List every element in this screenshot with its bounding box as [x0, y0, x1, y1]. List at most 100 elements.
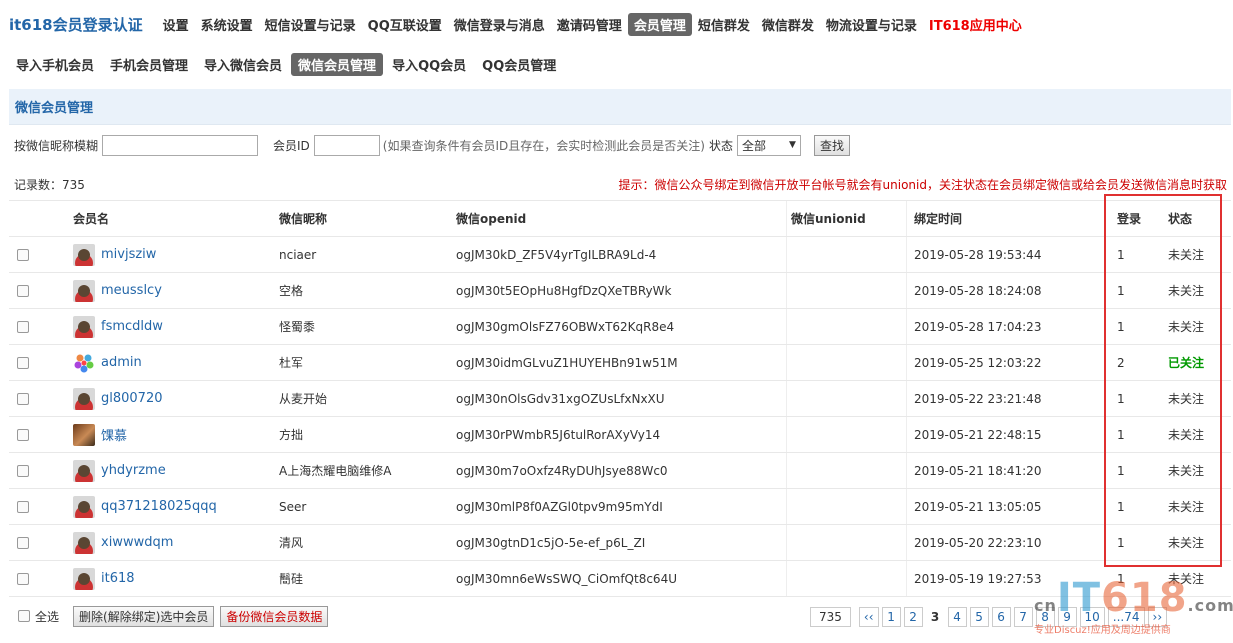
subnav-import-qq[interactable]: 导入QQ会员	[385, 53, 473, 76]
pager-page[interactable]: 5	[969, 606, 989, 627]
topnav-invite-codes[interactable]: 邀请码管理	[551, 13, 628, 36]
delete-selected-button[interactable]: 删除(解除绑定)选中会员	[73, 605, 215, 627]
member-name-link[interactable]: admin	[101, 355, 142, 370]
row-checkbox-cell	[17, 309, 37, 344]
wechat-openid: ogJM30mn6eWsSWQ_CiOmfQt8c64U	[456, 571, 677, 586]
table-row: xiwwwdqm 清风 ogJM30gtnD1c5jO-5e-ef_p6L_ZI 20…	[9, 525, 1231, 561]
pager-page[interactable]: ››	[1147, 606, 1168, 627]
follow-status: 未关注	[1168, 536, 1205, 550]
pager-page[interactable]: 6	[991, 606, 1011, 627]
member-name-link[interactable]: mivjsziw	[101, 247, 156, 262]
row-checkbox[interactable]	[17, 500, 29, 513]
member-id-input[interactable]	[313, 134, 380, 156]
col-openid: 微信openid	[456, 212, 527, 226]
member-name-cell: it618	[73, 561, 273, 596]
follow-status: 未关注	[1168, 284, 1205, 298]
table-row: 馃慕 方拙 ogJM30rPWmbR5J6tulRorAXyVy14 2019-05-…	[9, 417, 1231, 453]
member-name-link[interactable]: yhdyrzme	[101, 463, 166, 478]
follow-status: 未关注	[1168, 500, 1205, 514]
col-login: 登录	[1117, 212, 1142, 226]
subnav-qq-members[interactable]: QQ会员管理	[475, 53, 563, 76]
table-row: meusslcy 空格 ogJM30t5EOpHu8HgfDzQXeTBRyWk 20…	[9, 273, 1231, 309]
pager-page[interactable]: 1	[881, 606, 901, 627]
table-row: qq371218025qqq Seer ogJM30mlP8f0AZGl0tpv9m…	[9, 489, 1231, 525]
member-name-link[interactable]: it618	[101, 571, 135, 586]
pager-page[interactable]: 9	[1057, 606, 1077, 627]
pager-page[interactable]: 2	[903, 606, 923, 627]
wechat-openid: ogJM30t5EOpHu8HgfDzQXeTBRyWk	[456, 283, 672, 298]
login-count: 1	[1117, 283, 1125, 298]
wechat-unionid	[786, 453, 906, 488]
topnav-wechat-login[interactable]: 微信登录与消息	[448, 13, 551, 36]
row-checkbox[interactable]	[17, 536, 29, 549]
brand-link[interactable]: it618会员登录认证	[9, 14, 143, 35]
pager-page[interactable]: 10	[1079, 606, 1105, 627]
wechat-nick: 从麦开始	[279, 392, 328, 406]
status-select[interactable]: 全部 ▼	[736, 134, 801, 156]
pager-page[interactable]: 8	[1035, 606, 1055, 627]
search-button[interactable]: 查找	[813, 134, 850, 156]
login-count: 2	[1117, 355, 1125, 370]
member-name-link[interactable]: meusslcy	[101, 283, 162, 298]
pager-prev[interactable]: ‹‹	[858, 606, 879, 627]
member-name-cell: fsmcdldw	[73, 309, 273, 344]
section-title: 微信会员管理	[15, 101, 94, 116]
subnav-phone-members[interactable]: 手机会员管理	[103, 53, 195, 76]
section-header: 微信会员管理	[9, 89, 1231, 125]
login-count: 1	[1117, 319, 1125, 334]
nick-search-input[interactable]	[102, 134, 259, 156]
row-checkbox[interactable]	[17, 464, 29, 477]
member-name-link[interactable]: fsmcdldw	[101, 319, 163, 334]
wechat-nick: 杜军	[279, 356, 304, 370]
row-checkbox[interactable]	[17, 284, 29, 297]
subnav-import-wechat[interactable]: 导入微信会员	[197, 53, 289, 76]
pager-page[interactable]: ...74	[1107, 606, 1145, 627]
topnav-settings[interactable]: 设置	[157, 13, 195, 36]
wechat-nick: 鬝硅	[279, 572, 304, 586]
row-checkbox[interactable]	[17, 320, 29, 333]
select-all-checkbox[interactable]	[18, 610, 30, 622]
tip-text: 提示：微信公众号绑定到微信开放平台帐号就会有unionid，关注状态在会员绑定微…	[618, 178, 1227, 192]
subnav-import-phone[interactable]: 导入手机会员	[9, 53, 101, 76]
pager-page[interactable]: 7	[1013, 606, 1033, 627]
topnav-qq-settings[interactable]: QQ互联设置	[362, 13, 448, 36]
topnav-system-settings[interactable]: 系统设置	[195, 13, 259, 36]
wechat-nick: 清风	[279, 536, 304, 550]
pager-page[interactable]: 4	[947, 606, 967, 627]
login-count: 1	[1117, 427, 1125, 442]
col-unionid: 微信unionid	[786, 201, 906, 236]
member-name-cell: gl800720	[73, 381, 273, 416]
row-checkbox[interactable]	[17, 248, 29, 261]
row-checkbox[interactable]	[17, 392, 29, 405]
topnav-wechat-broadcast[interactable]: 微信群发	[756, 13, 820, 36]
subnav-wechat-members[interactable]: 微信会员管理	[291, 52, 384, 76]
member-name-cell: 馃慕	[73, 417, 273, 452]
row-checkbox[interactable]	[17, 572, 29, 585]
avatar	[73, 531, 95, 554]
wechat-nick: 方拙	[279, 428, 304, 442]
topnav-app-center[interactable]: IT618应用中心	[923, 13, 1028, 36]
topnav-sms-settings[interactable]: 短信设置与记录	[259, 13, 362, 36]
topnav-logistics[interactable]: 物流设置与记录	[820, 13, 923, 36]
avatar	[73, 423, 95, 446]
topnav-member-management[interactable]: 会员管理	[627, 12, 692, 36]
table-row: yhdyrzme A上海杰耀电脑维修A ogJM30m7oOxfz4RyDUhJsy…	[9, 453, 1231, 489]
pager-total: 735	[810, 606, 851, 627]
pager-page[interactable]: 3	[925, 606, 945, 627]
avatar	[73, 243, 95, 266]
member-name-cell: qq371218025qqq	[73, 489, 273, 524]
bind-time: 2019-05-25 12:03:22	[906, 345, 1106, 380]
search-hint: (如果查询条件有会员ID且存在，会实时检测此会员是否关注)	[382, 138, 705, 153]
topnav-sms-broadcast[interactable]: 短信群发	[692, 13, 756, 36]
row-checkbox[interactable]	[17, 428, 29, 441]
table-row: admin 杜军 ogJM30idmGLvuZ1HUYEHBn91w51M 2019-…	[9, 345, 1231, 381]
member-name-link[interactable]: 馃慕	[101, 425, 127, 444]
wechat-openid: ogJM30gtnD1c5jO-5e-ef_p6L_ZI	[456, 535, 646, 550]
member-name-link[interactable]: gl800720	[101, 391, 163, 406]
backup-button[interactable]: 备份微信会员数据	[220, 605, 329, 627]
member-name-link[interactable]: qq371218025qqq	[101, 499, 217, 514]
nick-label: 按微信昵称模糊	[14, 138, 99, 153]
member-name-link[interactable]: xiwwwdqm	[101, 535, 173, 550]
row-checkbox[interactable]	[17, 356, 29, 369]
table-header: 会员名 微信昵称 微信openid 微信unionid 绑定时间 登录 状态	[9, 200, 1231, 237]
